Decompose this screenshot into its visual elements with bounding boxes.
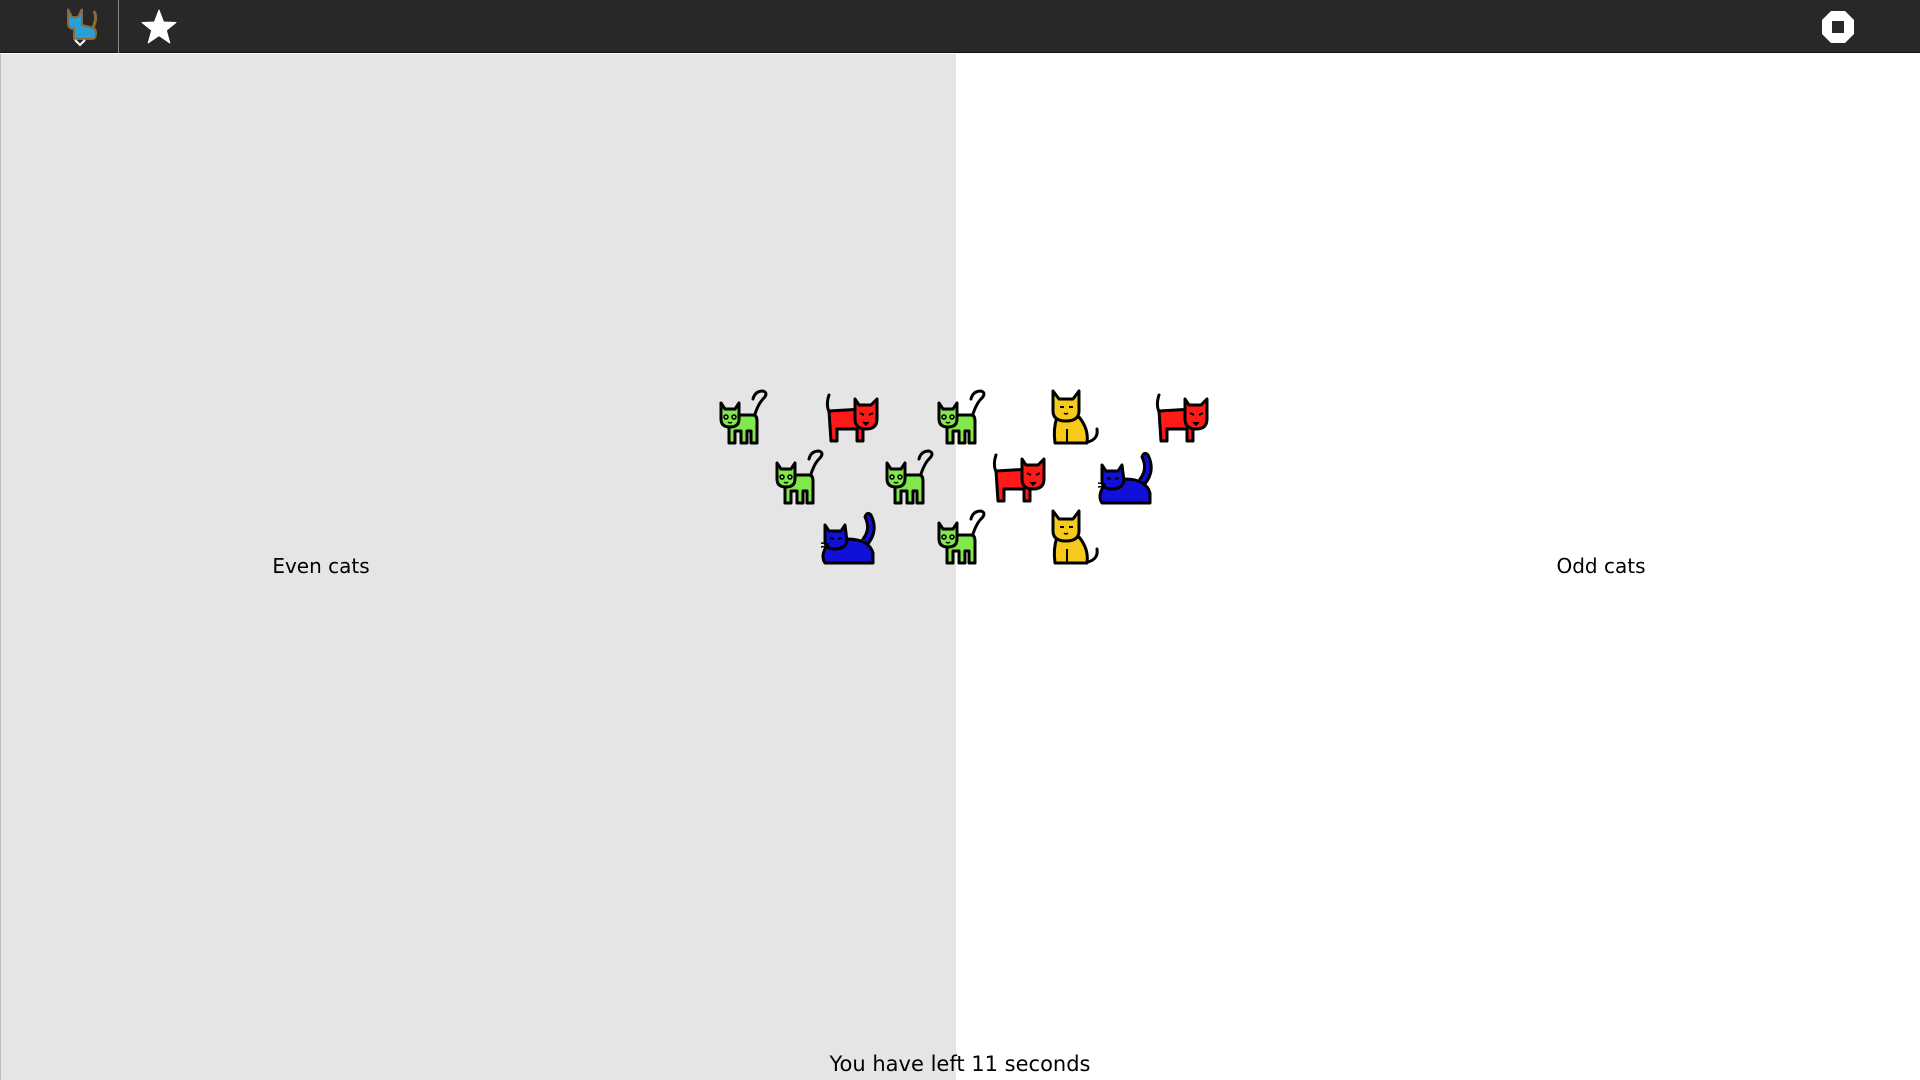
cat-green-icon[interactable]: [931, 385, 995, 449]
cat-green-icon[interactable]: [931, 505, 995, 569]
chevron-down-icon: [74, 39, 86, 47]
cat-pile: [1, 54, 1920, 1080]
activity-button[interactable]: [56, 3, 106, 51]
cat-red-icon[interactable]: [986, 445, 1050, 509]
cat-blue-icon[interactable]: [1096, 445, 1160, 509]
countdown-timer: You have left 11 seconds: [829, 1052, 1091, 1076]
toolbar-separator: [118, 0, 119, 53]
cat-green-icon[interactable]: [713, 385, 777, 449]
cat-green-icon[interactable]: [769, 445, 833, 509]
star-icon: [141, 9, 177, 44]
cat-red-icon[interactable]: [819, 385, 883, 449]
cat-yellow-icon[interactable]: [1039, 505, 1103, 569]
stop-button[interactable]: [1820, 9, 1856, 45]
stop-icon: [1822, 11, 1854, 43]
cat-green-icon[interactable]: [879, 445, 943, 509]
cat-red-icon[interactable]: [1149, 385, 1213, 449]
cat-blue-icon[interactable]: [819, 505, 883, 569]
star-button[interactable]: [140, 8, 178, 46]
game-board: Even cats Odd cats: [0, 54, 1920, 1080]
toolbar: [0, 0, 1920, 53]
cat-yellow-icon[interactable]: [1039, 385, 1103, 449]
